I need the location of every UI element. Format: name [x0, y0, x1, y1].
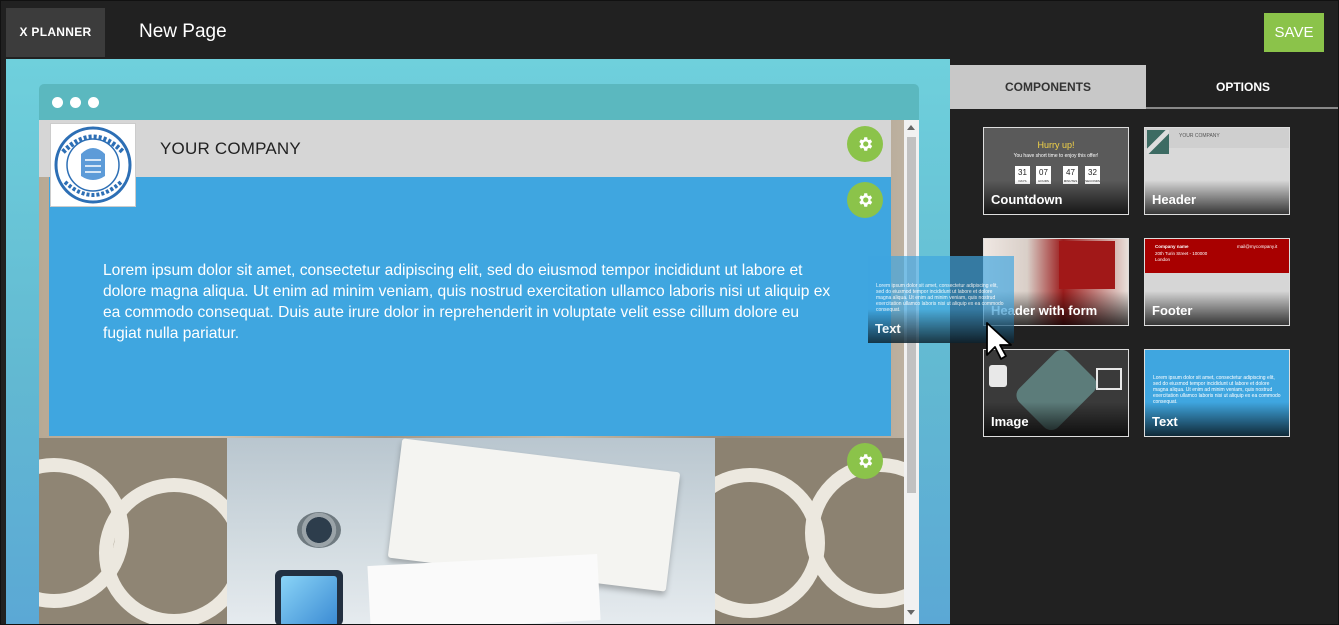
header-preview-company: YOUR COMPANY — [1179, 133, 1220, 139]
gear-icon — [859, 193, 873, 207]
component-card-header[interactable]: YOUR COMPANY Header — [1144, 127, 1290, 215]
wine-glass-icon — [1059, 241, 1115, 289]
text-preview: Lorem ipsum dolor sit amet, consectetur … — [1153, 375, 1281, 405]
gear-icon — [859, 137, 873, 151]
card-label: Footer — [1145, 291, 1289, 325]
photo-phone — [275, 570, 343, 624]
footer-preview-email: mail@mycompany.it — [1237, 244, 1278, 249]
countdown-subtitle: You have short time to enjoy this offer! — [1013, 153, 1099, 159]
image-settings-button[interactable] — [847, 443, 883, 479]
brand-logo[interactable]: X PLANNER — [6, 8, 105, 57]
photo-notes — [367, 554, 601, 624]
header-component[interactable]: YOUR COMPANY — [39, 120, 891, 177]
tab-options[interactable]: OPTIONS — [1146, 65, 1338, 109]
window-dot-icon — [88, 97, 99, 108]
scroll-up-icon[interactable] — [907, 125, 915, 130]
mouse-cursor-icon — [986, 322, 1012, 360]
page-viewport[interactable]: YOUR COMPANY Lorem ipsum dolor sit amet,… — [39, 120, 904, 624]
footer-preview-city: London — [1155, 257, 1171, 262]
top-bar: X PLANNER New Page SAVE — [1, 1, 1338, 59]
page-title[interactable]: New Page — [139, 21, 227, 43]
card-label: Image — [984, 402, 1128, 436]
company-name: YOUR COMPANY — [160, 139, 301, 158]
photo-arch-left — [39, 438, 249, 624]
header-settings-button[interactable] — [847, 126, 883, 162]
countdown-title: Hurry up! — [1037, 140, 1075, 150]
tab-components[interactable]: COMPONENTS — [950, 65, 1146, 109]
gear-icon — [859, 454, 873, 468]
component-card-text[interactable]: Lorem ipsum dolor sit amet, consectetur … — [1144, 349, 1290, 437]
text-settings-button[interactable] — [847, 182, 883, 218]
photo-watch — [297, 512, 341, 548]
university-seal-icon[interactable] — [50, 123, 136, 207]
viewport-scrollbar[interactable] — [904, 120, 919, 624]
editor-canvas: YOUR COMPANY Lorem ipsum dolor sit amet,… — [6, 59, 950, 624]
header-thumb-icon — [1147, 130, 1169, 154]
app-window: X PLANNER New Page SAVE YOUR COMPANY Lor… — [0, 0, 1339, 625]
card-label: Header — [1145, 180, 1289, 214]
component-card-image[interactable]: Image — [983, 349, 1129, 437]
browser-bar — [39, 84, 919, 120]
component-card-countdown[interactable]: Hurry up! You have short time to enjoy t… — [983, 127, 1129, 215]
component-card-footer[interactable]: Company name 20th Turin Street - 100000 … — [1144, 238, 1290, 326]
browser-preview: YOUR COMPANY Lorem ipsum dolor sit amet,… — [39, 84, 919, 624]
window-dot-icon — [52, 97, 63, 108]
window-dot-icon — [70, 97, 81, 108]
card-label: Text — [1145, 402, 1289, 436]
text-component[interactable]: Lorem ipsum dolor sit amet, consectetur … — [49, 177, 891, 436]
footer-preview-company: Company name — [1155, 244, 1189, 249]
text-body[interactable]: Lorem ipsum dolor sit amet, consectetur … — [103, 260, 833, 344]
card-label: Countdown — [984, 180, 1128, 214]
scroll-down-icon[interactable] — [907, 610, 915, 615]
save-button[interactable]: SAVE — [1264, 13, 1324, 52]
